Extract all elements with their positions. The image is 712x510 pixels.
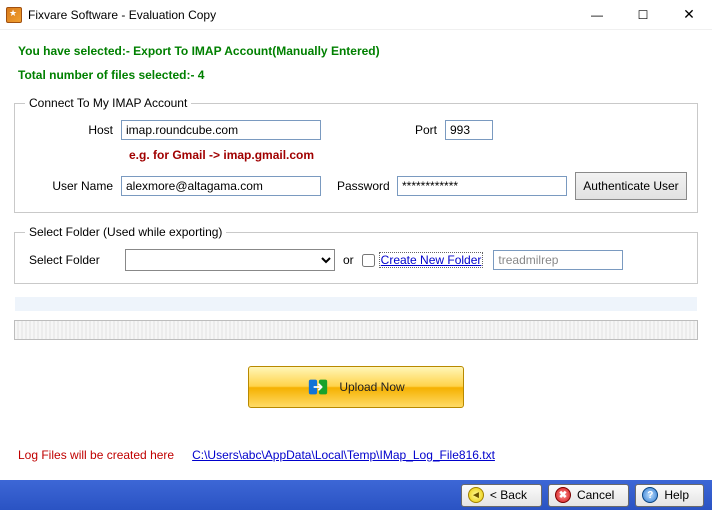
minimize-button[interactable]: — [574, 0, 620, 30]
back-button[interactable]: ◄ < Back [461, 484, 542, 507]
log-text: Log Files will be created here [18, 448, 174, 462]
folder-fieldset: Select Folder (Used while exporting) Sel… [14, 225, 698, 284]
password-input[interactable] [397, 176, 567, 196]
window-title: Fixvare Software - Evaluation Copy [28, 8, 574, 22]
upload-icon [307, 376, 329, 398]
cancel-button-label: Cancel [577, 488, 614, 502]
upload-button-label: Upload Now [339, 380, 404, 394]
port-input[interactable] [445, 120, 493, 140]
select-folder-dropdown[interactable] [125, 249, 335, 271]
back-arrow-icon: ◄ [468, 487, 484, 503]
title-bar: Fixvare Software - Evaluation Copy — ☐ ✕ [0, 0, 712, 30]
or-text: or [343, 253, 354, 267]
close-button[interactable]: ✕ [666, 0, 712, 30]
log-path-link[interactable]: C:\Users\abc\AppData\Local\Temp\IMap_Log… [192, 448, 495, 462]
host-input[interactable] [121, 120, 321, 140]
new-folder-input[interactable] [493, 250, 623, 270]
username-input[interactable] [121, 176, 321, 196]
back-button-label: < Back [490, 488, 527, 502]
help-button-label: Help [664, 488, 689, 502]
username-label: User Name [25, 179, 121, 193]
help-button[interactable]: ? Help [635, 484, 704, 507]
cancel-button[interactable]: ✖ Cancel [548, 484, 629, 507]
help-icon: ? [642, 487, 658, 503]
content-area: You have selected:- Export To IMAP Accou… [0, 30, 712, 472]
create-folder-checkbox[interactable] [362, 254, 375, 267]
progress-bar [14, 320, 698, 340]
create-folder-label[interactable]: Create New Folder [379, 252, 484, 268]
select-folder-label: Select Folder [25, 253, 125, 267]
maximize-button[interactable]: ☐ [620, 0, 666, 30]
summary-count: Total number of files selected:- 4 [18, 68, 694, 82]
folder-legend: Select Folder (Used while exporting) [25, 225, 226, 239]
upload-now-button[interactable]: Upload Now [248, 366, 464, 408]
password-label: Password [321, 179, 397, 193]
summary-selection: You have selected:- Export To IMAP Accou… [18, 44, 694, 58]
host-label: Host [25, 123, 121, 137]
app-icon [6, 7, 22, 23]
imap-fieldset: Connect To My IMAP Account Host Port e.g… [14, 96, 698, 213]
authenticate-button[interactable]: Authenticate User [575, 172, 687, 200]
window-controls: — ☐ ✕ [574, 0, 712, 30]
cancel-icon: ✖ [555, 487, 571, 503]
host-hint: e.g. for Gmail -> imap.gmail.com [129, 148, 687, 162]
port-label: Port [321, 123, 445, 137]
progress-track-light [14, 296, 698, 312]
footer-bar: ◄ < Back ✖ Cancel ? Help [0, 480, 712, 510]
imap-legend: Connect To My IMAP Account [25, 96, 191, 110]
